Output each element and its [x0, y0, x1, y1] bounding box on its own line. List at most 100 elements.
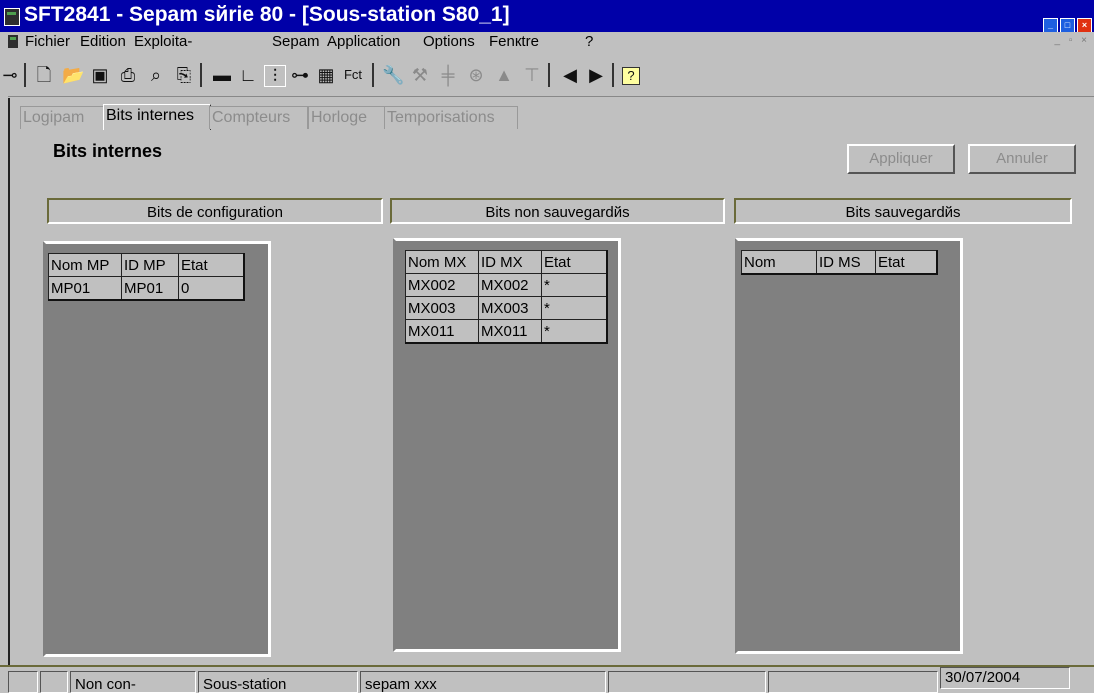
table-cell: *: [541, 319, 608, 344]
document-icon[interactable]: [8, 35, 18, 48]
status-cell-empty-3: [768, 671, 938, 693]
menu-fichier[interactable]: Fichier: [25, 33, 70, 50]
column-header[interactable]: Etat: [178, 253, 245, 277]
table-cell: MX002: [478, 273, 542, 297]
tool4-icon[interactable]: ⊛: [466, 65, 486, 85]
cancel-button[interactable]: Annuler: [968, 144, 1076, 174]
table-cell: 0: [178, 276, 245, 301]
column-header[interactable]: Nom: [741, 250, 817, 275]
menu-exploitation[interactable]: Exploita-: [134, 33, 192, 50]
config-bits-header: Bits de configuration: [47, 198, 383, 224]
grid-icon[interactable]: ▦: [316, 65, 336, 85]
maximize-icon[interactable]: □: [1060, 18, 1075, 33]
toolbar-separator: [200, 63, 202, 87]
device-status: sepam xxx: [360, 671, 606, 693]
column-header[interactable]: ID MS: [816, 250, 876, 275]
menu-options[interactable]: Options: [423, 33, 475, 50]
menu-fenetre[interactable]: Fenкtre: [489, 33, 539, 50]
prev-icon[interactable]: ◀: [560, 65, 580, 85]
table-row[interactable]: MX011 MX011 *: [405, 319, 608, 344]
wrench-icon[interactable]: 🔧: [382, 65, 404, 85]
table-header-row: Nom MX ID MX Etat: [405, 250, 608, 274]
minimize-icon[interactable]: _: [1043, 18, 1058, 33]
help-icon[interactable]: ?: [622, 67, 640, 85]
table-cell: MX002: [405, 273, 479, 297]
sepam-icon[interactable]: ▬: [212, 65, 232, 85]
close-icon[interactable]: ×: [1077, 18, 1092, 33]
column-header[interactable]: Etat: [875, 250, 938, 275]
tab-logipam[interactable]: Logipam: [20, 106, 106, 129]
title-bar: SFT2841 - Sepam sйrie 80 - [Sous-station…: [0, 0, 1094, 34]
connection-status: Non con-: [70, 671, 196, 693]
saved-bits-table: Nom ID MS Etat: [741, 250, 938, 275]
settings-icon[interactable]: ⫶: [264, 65, 286, 87]
window-title: SFT2841 - Sepam sйrie 80 - [Sous-station…: [24, 3, 510, 26]
tool5-icon[interactable]: ⊤: [522, 65, 542, 85]
table-cell: MP01: [121, 276, 179, 301]
table-cell: MX003: [405, 296, 479, 320]
new-icon[interactable]: 🗋: [34, 65, 54, 85]
non-saved-bits-table: Nom MX ID MX Etat MX002 MX002 * MX003 MX…: [405, 250, 608, 344]
table-cell: *: [541, 273, 608, 297]
print-preview-icon[interactable]: ⌕: [146, 65, 166, 85]
config-bits-table: Nom MP ID MP Etat MP01 MP01 0: [48, 253, 245, 301]
column-header[interactable]: Nom MX: [405, 250, 479, 274]
status-date: 30/07/2004: [940, 667, 1070, 689]
app-icon[interactable]: [4, 8, 20, 26]
tab-compteurs[interactable]: Compteurs: [209, 106, 308, 129]
table-row[interactable]: MX002 MX002 *: [405, 273, 608, 297]
table-header-row: Nom MP ID MP Etat: [48, 253, 245, 277]
fct-icon[interactable]: Fct: [340, 65, 366, 85]
window-controls: _ □ ×: [1041, 10, 1092, 34]
column-header[interactable]: Etat: [541, 250, 608, 274]
toolbar-separator: [372, 63, 374, 87]
menu-sepam[interactable]: Sepam: [272, 33, 320, 50]
toolbar-separator: [548, 63, 550, 87]
connect-icon[interactable]: ⊸: [0, 65, 20, 85]
toolbar: ⊸ 🗋 📂 ▣ ⎙ ⌕ ⎘ ▬ ∟ ⫶ ⊶ ▦ Fct 🔧 ⚒ ╪ ⊛ ▲ ⊤ …: [0, 58, 1094, 92]
tab-temporisations[interactable]: Temporisations: [384, 106, 518, 129]
open-icon[interactable]: 📂: [62, 65, 84, 85]
page-title: Bits internes: [53, 141, 163, 161]
column-header[interactable]: ID MX: [478, 250, 542, 274]
toolbar-separator: [24, 63, 26, 87]
column-header[interactable]: ID MP: [121, 253, 179, 277]
tab-horloge[interactable]: Horloge: [308, 106, 386, 129]
menu-help[interactable]: ?: [585, 33, 593, 50]
toolbar-separator: [612, 63, 614, 87]
tab-bits-internes[interactable]: Bits internes: [103, 104, 211, 130]
frame-left-border: [8, 98, 10, 678]
station-status: Sous-station: [198, 671, 358, 693]
config-bits-list[interactable]: [43, 241, 271, 657]
menu-bar: Fichier Edition Exploita- Sepam Applicat…: [0, 32, 1094, 52]
triangle-icon[interactable]: ▲: [494, 65, 514, 85]
table-cell: MP01: [48, 276, 122, 301]
print-setup-icon[interactable]: ⎘: [174, 65, 194, 85]
non-saved-bits-header: Bits non sauvegardйs: [390, 198, 725, 224]
tool3-icon[interactable]: ╪: [438, 65, 458, 85]
status-cell-empty-2: [608, 671, 766, 693]
table-header-row: Nom ID MS Etat: [741, 250, 938, 275]
next-icon[interactable]: ▶: [586, 65, 606, 85]
saved-bits-list[interactable]: [735, 238, 963, 654]
network-icon[interactable]: ⊶: [290, 65, 310, 85]
table-cell: *: [541, 296, 608, 320]
toolbar-divider: [8, 96, 1094, 97]
column-header[interactable]: Nom MP: [48, 253, 122, 277]
tool2-icon[interactable]: ⚒: [410, 65, 430, 85]
table-cell: MX003: [478, 296, 542, 320]
curve-icon[interactable]: ∟: [238, 65, 258, 85]
status-bar: Non con- Sous-station sepam xxx 30/07/20…: [0, 665, 1094, 693]
save-icon[interactable]: ▣: [90, 65, 110, 85]
saved-bits-header: Bits sauvegardйs: [734, 198, 1072, 224]
table-row[interactable]: MX003 MX003 *: [405, 296, 608, 320]
table-cell: MX011: [478, 319, 542, 344]
table-row[interactable]: MP01 MP01 0: [48, 276, 245, 301]
status-cell-indicator: [40, 671, 68, 693]
apply-button[interactable]: Appliquer: [847, 144, 955, 174]
print-icon[interactable]: ⎙: [118, 65, 138, 85]
menu-edition[interactable]: Edition: [80, 33, 126, 50]
mdi-controls[interactable]: _ ▫ ×: [1054, 35, 1090, 46]
status-cell-empty: [8, 671, 38, 693]
menu-application[interactable]: Application: [327, 33, 400, 50]
